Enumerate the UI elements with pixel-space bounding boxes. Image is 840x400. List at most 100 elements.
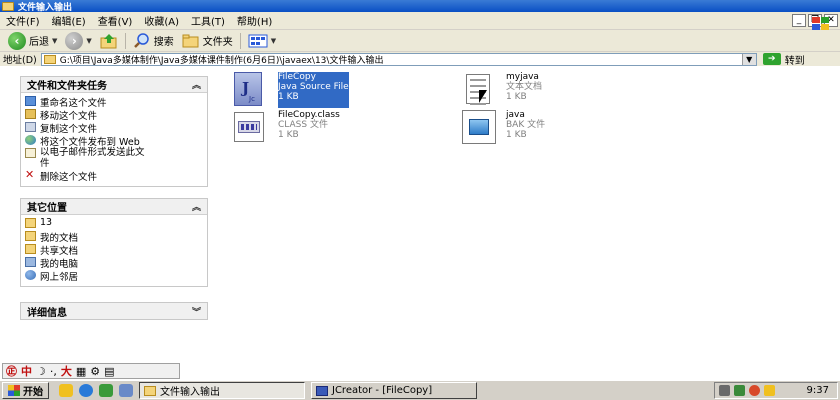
taskbar-item-explorer[interactable]: 文件输入输出	[139, 382, 305, 399]
taskbar-item-jcreator[interactable]: JCreator - [FileCopy]	[311, 382, 477, 399]
folder-icon	[25, 231, 36, 241]
place-my-documents[interactable]: 我的文档	[25, 230, 203, 244]
file-size: 1 KB	[506, 130, 527, 140]
file-item[interactable]: myjava 文本文档 1 KB	[458, 72, 542, 108]
quick-launch-icon[interactable]	[59, 384, 73, 397]
search-button[interactable]: 搜索	[129, 32, 178, 49]
go-arrow-icon: ➔	[762, 53, 781, 65]
go-button[interactable]: ➔ 转到	[762, 52, 805, 67]
bak-file-icon	[462, 110, 496, 144]
volume-icon[interactable]	[764, 385, 775, 396]
address-path: G:\项目\Java多媒体制作\Java多媒体课件制作(6月6日)\javaex…	[59, 55, 384, 66]
tray-icon[interactable]	[749, 385, 760, 396]
tray-icon[interactable]	[719, 385, 730, 396]
start-label: 开始	[23, 387, 43, 398]
punctuation-icon[interactable]: ·,	[50, 365, 57, 378]
place-label: 我的电脑	[40, 259, 79, 270]
task-label: 文件输入输出	[160, 387, 220, 398]
task-label: 以电子邮件形式发送此文件	[40, 147, 145, 169]
ime-mode-label[interactable]: 中	[21, 363, 32, 379]
task-email[interactable]: 以电子邮件形式发送此文件	[25, 147, 203, 169]
fullwidth-icon[interactable]: 大	[61, 363, 72, 379]
file-tasks-header[interactable]: 文件和文件夹任务 ︽	[21, 77, 207, 93]
expand-icon[interactable]: ︾	[192, 305, 201, 318]
folder-icon	[25, 218, 36, 228]
task-delete[interactable]: ✕ 删除这个文件	[25, 168, 203, 183]
collapse-icon[interactable]: ︽	[192, 78, 201, 91]
place-my-computer[interactable]: 我的电脑	[25, 256, 203, 270]
rename-icon	[25, 96, 36, 106]
task-copy[interactable]: 复制这个文件	[25, 121, 203, 135]
move-icon	[25, 109, 36, 119]
back-button[interactable]: ‹ 后退 ▼	[4, 31, 61, 50]
up-folder-button[interactable]	[96, 33, 122, 49]
file-type: 文本文档	[506, 82, 543, 92]
task-publish-web[interactable]: 将这个文件发布到 Web	[25, 134, 203, 148]
folder-icon	[43, 54, 56, 64]
menu-edit[interactable]: 编辑(E)	[46, 13, 92, 28]
details-header[interactable]: 详细信息 ︾	[21, 303, 207, 319]
file-name: java	[506, 110, 525, 120]
forward-button[interactable]: › ▼	[61, 31, 95, 50]
mail-icon	[25, 148, 36, 158]
place-network[interactable]: 网上邻居	[25, 269, 203, 283]
other-places-header[interactable]: 其它位置 ︽	[21, 199, 207, 215]
chevron-down-icon: ▼	[270, 36, 277, 45]
file-item[interactable]: J Jc FileCopy Java Source File 1 KB	[230, 72, 349, 108]
place-13[interactable]: 13	[25, 217, 203, 230]
desktop-icon[interactable]	[119, 384, 133, 397]
file-item[interactable]: java BAK 文件 1 KB	[458, 110, 545, 146]
mouse-cursor-icon	[479, 90, 487, 103]
toolbar-separator	[239, 32, 241, 49]
views-button[interactable]: ▼	[244, 34, 280, 48]
start-button[interactable]: 开始	[2, 382, 49, 399]
toolbar: ‹ 后退 ▼ › ▼ 搜索 文件夹 ▼	[0, 30, 840, 52]
task-move[interactable]: 移动这个文件	[25, 108, 203, 122]
place-label: 共享文档	[40, 246, 79, 257]
copy-icon	[25, 122, 36, 132]
tray-icon[interactable]	[734, 385, 745, 396]
settings-icon[interactable]: ⚙	[90, 365, 100, 378]
task-rename[interactable]: 重命名这个文件	[25, 95, 203, 109]
minimize-button[interactable]: _	[792, 14, 806, 27]
ime-logo-icon[interactable]: ㊣	[6, 363, 17, 379]
up-folder-icon	[100, 33, 117, 48]
forward-arrow-icon: ›	[65, 31, 84, 50]
menu-help[interactable]: 帮助(H)	[231, 13, 278, 28]
task-label: 将这个文件发布到 Web	[40, 137, 140, 148]
task-label: JCreator - [FileCopy]	[332, 385, 433, 396]
media-icon[interactable]	[99, 384, 113, 397]
ie-icon[interactable]	[79, 384, 93, 397]
file-name: myjava	[506, 72, 539, 82]
folders-button[interactable]: 文件夹	[178, 33, 237, 49]
keyboard-icon[interactable]: ▦	[76, 365, 86, 378]
network-icon	[25, 270, 36, 280]
file-size: 1 KB	[278, 130, 299, 140]
menu-icon[interactable]: ▤	[104, 365, 114, 378]
taskbar: 开始 文件输入输出 JCreator - [FileCopy] 9:37	[0, 380, 840, 400]
menu-bar: 文件(F) 编辑(E) 查看(V) 收藏(A) 工具(T) 帮助(H) _ ❐ …	[0, 12, 840, 30]
back-label: 后退	[29, 37, 49, 48]
place-label: 我的文档	[40, 233, 79, 244]
folders-label: 文件夹	[202, 37, 233, 48]
menu-favorites[interactable]: 收藏(A)	[138, 13, 185, 28]
collapse-icon[interactable]: ︽	[192, 200, 201, 213]
file-item[interactable]: FileCopy.class CLASS 文件 1 KB	[230, 110, 340, 146]
ime-toolbar[interactable]: ㊣ 中 ☽ ·, 大 ▦ ⚙ ▤	[2, 363, 180, 379]
delete-icon: ✕	[25, 168, 35, 181]
address-dropdown-icon[interactable]: ▼	[741, 53, 756, 65]
menu-view[interactable]: 查看(V)	[92, 13, 139, 28]
search-icon	[133, 32, 149, 48]
clock: 9:37	[806, 385, 829, 396]
task-label: 删除这个文件	[40, 172, 98, 183]
window-title: 文件输入输出	[18, 2, 73, 13]
place-shared-documents[interactable]: 共享文档	[25, 243, 203, 257]
computer-icon	[25, 257, 36, 267]
menu-file[interactable]: 文件(F)	[0, 13, 46, 28]
moon-icon[interactable]: ☽	[36, 365, 46, 378]
task-label: 复制这个文件	[40, 124, 98, 135]
toolbar-separator	[124, 32, 126, 49]
address-bar: 地址(D) G:\项目\Java多媒体制作\Java多媒体课件制作(6月6日)\…	[0, 52, 840, 67]
address-input[interactable]: G:\项目\Java多媒体制作\Java多媒体课件制作(6月6日)\javaex…	[40, 52, 757, 66]
menu-tools[interactable]: 工具(T)	[185, 13, 231, 28]
